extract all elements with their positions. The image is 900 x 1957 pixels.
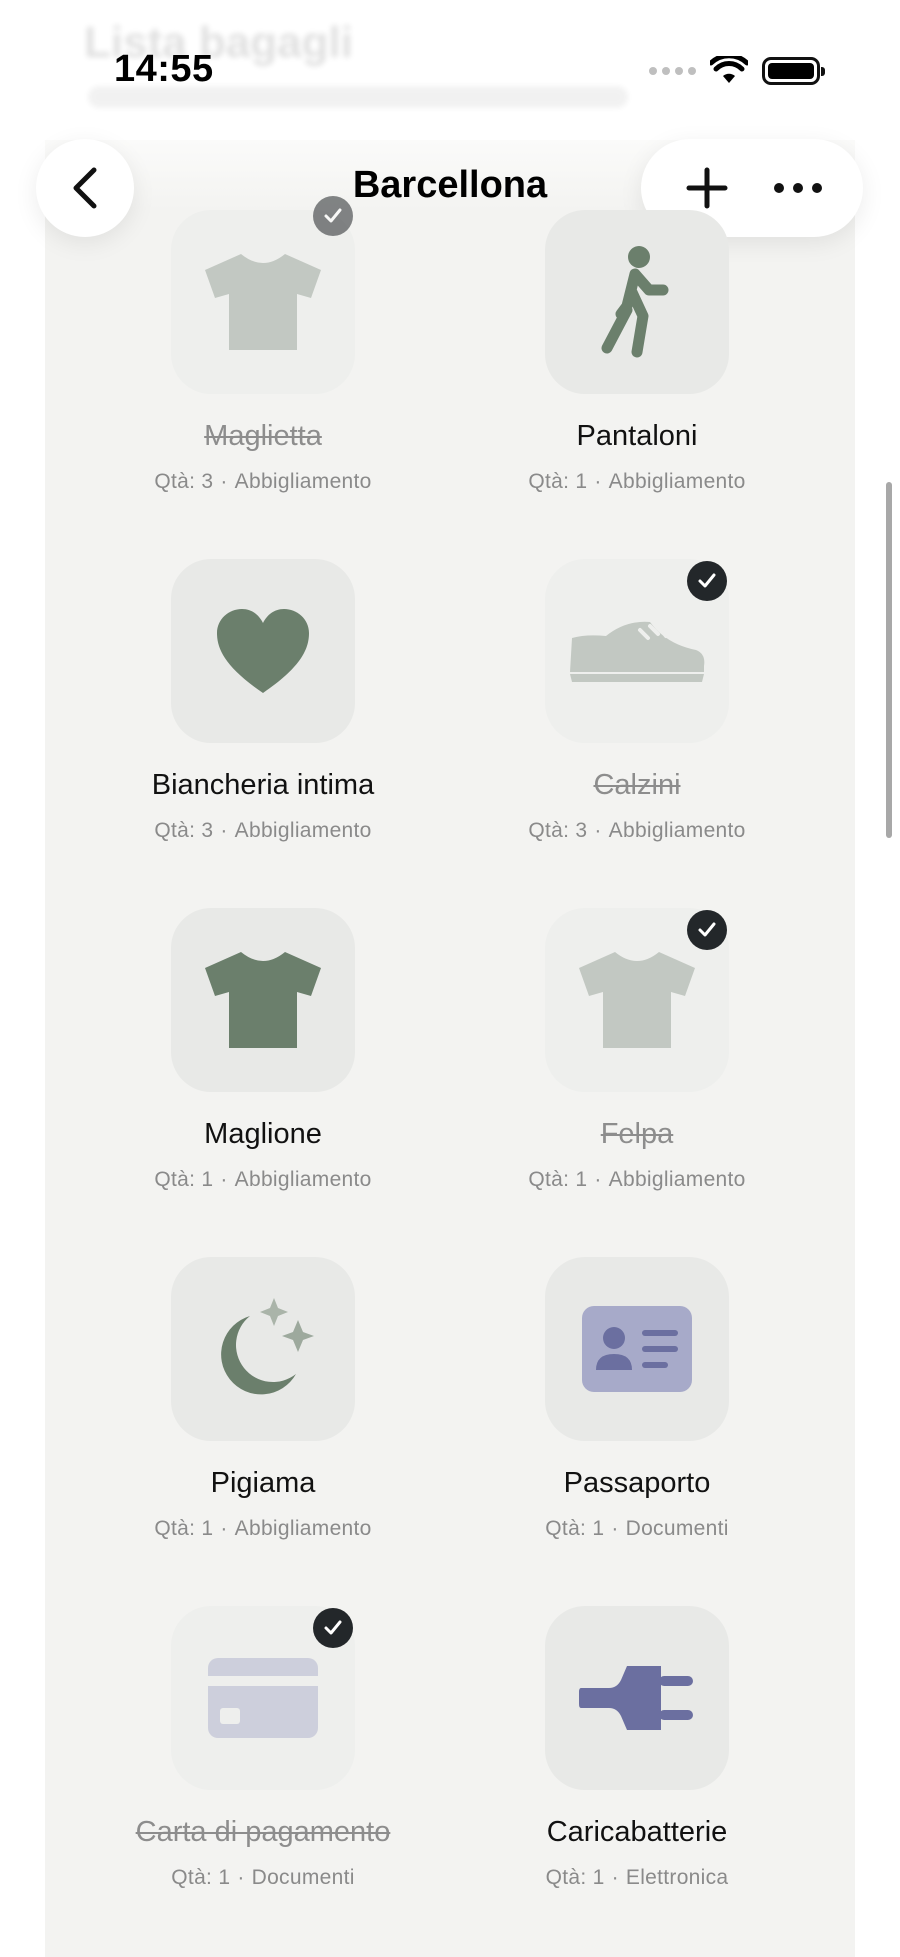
cellular-signal-icon bbox=[649, 67, 696, 75]
item-name: Maglione bbox=[204, 1118, 322, 1150]
status-time: 14:55 bbox=[114, 48, 214, 90]
list-item[interactable]: Calzini Qtà: 3 · Abbigliamento bbox=[450, 559, 824, 843]
ellipsis-icon bbox=[773, 183, 822, 193]
item-meta: Qtà: 1 · Elettronica bbox=[545, 1866, 729, 1889]
item-meta: Qtà: 3 · Abbigliamento bbox=[154, 470, 372, 493]
item-icon-box bbox=[171, 908, 355, 1092]
list-item[interactable]: Passaporto Qtà: 1 · Documenti bbox=[450, 1257, 824, 1541]
item-meta: Qtà: 1 · Documenti bbox=[171, 1866, 355, 1889]
list-item[interactable]: Carta di pagamento Qtà: 1 · Documenti bbox=[76, 1606, 450, 1890]
item-icon-box bbox=[171, 1606, 355, 1790]
plug-icon bbox=[579, 1666, 693, 1730]
item-name: Pigiama bbox=[210, 1467, 316, 1499]
list-item[interactable]: Pigiama Qtà: 1 · Abbigliamento bbox=[76, 1257, 450, 1541]
status-icons bbox=[649, 56, 825, 86]
item-name: Pantaloni bbox=[576, 420, 698, 452]
item-meta: Qtà: 3 · Abbigliamento bbox=[528, 819, 746, 842]
battery-icon bbox=[762, 57, 825, 85]
tshirt-icon bbox=[205, 952, 321, 1048]
item-icon-box bbox=[171, 196, 355, 394]
item-meta: Qtà: 3 · Abbigliamento bbox=[154, 819, 372, 842]
list-item[interactable]: Pantaloni Qtà: 1 · Abbigliamento bbox=[450, 210, 824, 494]
item-icon-box bbox=[545, 908, 729, 1092]
scrollbar[interactable] bbox=[886, 482, 892, 838]
id-card-icon bbox=[582, 1306, 692, 1392]
item-meta: Qtà: 1 · Abbigliamento bbox=[528, 470, 746, 493]
checked-badge-icon bbox=[313, 1608, 353, 1648]
moon-stars-icon bbox=[221, 1298, 314, 1395]
item-meta: Qtà: 1 · Documenti bbox=[545, 1517, 729, 1540]
item-name: Carta di pagamento bbox=[135, 1816, 391, 1848]
item-name: Passaporto bbox=[563, 1467, 711, 1499]
item-icon-box bbox=[545, 1606, 729, 1790]
tshirt-icon bbox=[579, 952, 695, 1048]
checked-badge-icon bbox=[687, 561, 727, 601]
list-item[interactable]: Felpa Qtà: 1 · Abbigliamento bbox=[450, 908, 824, 1192]
item-name: Felpa bbox=[600, 1118, 674, 1150]
credit-card-icon bbox=[208, 1658, 318, 1738]
checked-badge-icon bbox=[313, 196, 353, 236]
checked-badge-icon bbox=[687, 910, 727, 950]
tshirt-icon bbox=[205, 254, 321, 350]
item-name: Biancheria intima bbox=[151, 769, 375, 801]
list-item[interactable]: Maglietta Qtà: 3 · Abbigliamento bbox=[76, 196, 450, 494]
item-meta: Qtà: 1 · Abbigliamento bbox=[528, 1168, 746, 1191]
item-name: Caricabatterie bbox=[546, 1816, 728, 1848]
item-icon-box bbox=[171, 559, 355, 743]
item-icon-box bbox=[545, 1257, 729, 1441]
item-meta: Qtà: 1 · Abbigliamento bbox=[154, 1517, 372, 1540]
item-name: Calzini bbox=[593, 769, 681, 801]
list-item[interactable]: Caricabatterie Qtà: 1 · Elettronica bbox=[450, 1606, 824, 1890]
item-icon-box bbox=[171, 1257, 355, 1441]
heart-icon bbox=[217, 609, 309, 693]
item-meta: Qtà: 1 · Abbigliamento bbox=[154, 1168, 372, 1191]
list-item[interactable]: Biancheria intima Qtà: 3 · Abbigliamento bbox=[76, 559, 450, 843]
item-name: Maglietta bbox=[204, 420, 322, 452]
walking-person-icon bbox=[601, 246, 669, 358]
wifi-icon bbox=[710, 56, 748, 83]
item-icon-box bbox=[545, 210, 729, 394]
plus-icon bbox=[686, 167, 727, 209]
shoe-icon bbox=[570, 621, 705, 682]
list-item[interactable]: Maglione Qtà: 1 · Abbigliamento bbox=[76, 908, 450, 1192]
item-icon-box bbox=[545, 559, 729, 743]
